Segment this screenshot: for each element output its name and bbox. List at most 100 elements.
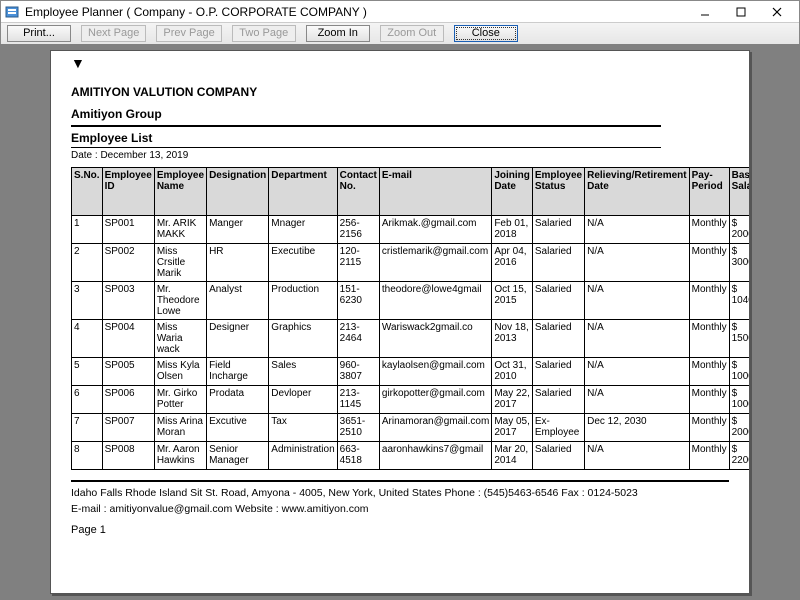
cell-id: SP003: [102, 282, 154, 320]
table-row: 5SP005Miss Kyla OlsenField InchargeSales…: [72, 358, 751, 386]
cell-join: May 22, 2017: [492, 386, 533, 414]
col-header: Employee ID: [102, 168, 154, 216]
cell-sno: 2: [72, 244, 103, 282]
footer-line-1: Idaho Falls Rhode Island Sit St. Road, A…: [71, 486, 729, 502]
close-button[interactable]: [759, 3, 795, 21]
cell-contact: 213-2464: [337, 320, 379, 358]
cell-join: Nov 18, 2013: [492, 320, 533, 358]
cell-id: SP001: [102, 216, 154, 244]
cell-join: May 05, 2017: [492, 414, 533, 442]
cell-period: Monthly: [689, 442, 729, 470]
maximize-button[interactable]: [723, 3, 759, 21]
cell-period: Monthly: [689, 414, 729, 442]
cell-sno: 5: [72, 358, 103, 386]
cell-id: SP008: [102, 442, 154, 470]
cell-name: Miss Waria wack: [154, 320, 206, 358]
cell-status: Salaried: [532, 386, 584, 414]
cell-name: Mr. Girko Potter: [154, 386, 206, 414]
cell-dept: Tax: [269, 414, 337, 442]
cell-id: SP002: [102, 244, 154, 282]
cell-email: kaylaolsen@gmail.com: [379, 358, 491, 386]
cell-salary: $ 22000.00: [729, 442, 750, 470]
cell-relieve: N/A: [585, 216, 689, 244]
cell-desig: HR: [207, 244, 269, 282]
zoom-in-button[interactable]: Zoom In: [306, 25, 370, 42]
cell-desig: Designer: [207, 320, 269, 358]
cell-sno: 1: [72, 216, 103, 244]
cell-relieve: N/A: [585, 244, 689, 282]
close-preview-button[interactable]: Close: [454, 25, 518, 42]
cell-join: Oct 15, 2015: [492, 282, 533, 320]
cell-desig: Field Incharge: [207, 358, 269, 386]
cell-contact: 151-6230: [337, 282, 379, 320]
col-header: Department: [269, 168, 337, 216]
table-row: 7SP007Miss Arina MoranExcutiveTax3651-25…: [72, 414, 751, 442]
cell-relieve: N/A: [585, 442, 689, 470]
cell-dept: Production: [269, 282, 337, 320]
cell-email: Wariswack2gmail.co: [379, 320, 491, 358]
zoom-out-button: Zoom Out: [380, 25, 444, 42]
report-date: Date : December 13, 2019: [71, 150, 729, 161]
cell-id: SP006: [102, 386, 154, 414]
cell-dept: Executibe: [269, 244, 337, 282]
cell-name: Miss Crsitle Marik: [154, 244, 206, 282]
table-row: 3SP003Mr. Theodore LoweAnalystProduction…: [72, 282, 751, 320]
cell-relieve: Dec 12, 2030: [585, 414, 689, 442]
col-header: E-mail: [379, 168, 491, 216]
report-footer: Idaho Falls Rhode Island Sit St. Road, A…: [71, 480, 729, 518]
footer-line-2: E-mail : amitiyonvalue@gmail.com Website…: [71, 502, 729, 518]
cell-period: Monthly: [689, 244, 729, 282]
cell-period: Monthly: [689, 320, 729, 358]
col-header: Contact No.: [337, 168, 379, 216]
cell-sno: 8: [72, 442, 103, 470]
prev-page-button: Prev Page: [156, 25, 221, 42]
cell-contact: 256-2156: [337, 216, 379, 244]
cell-join: Mar 20, 2014: [492, 442, 533, 470]
cell-sno: 7: [72, 414, 103, 442]
col-header: Basic Salary: [729, 168, 750, 216]
table-row: 6SP006Mr. Girko PotterProdataDevloper213…: [72, 386, 751, 414]
cell-join: Apr 04, 2016: [492, 244, 533, 282]
cell-salary: $ 10000.00: [729, 386, 750, 414]
report-page: ▼ AMITIYON VALUTION COMPANY Amitiyon Gro…: [50, 50, 750, 594]
cell-relieve: N/A: [585, 358, 689, 386]
cell-name: Mr. Aaron Hawkins: [154, 442, 206, 470]
toolbar: Print... Next Page Prev Page Two Page Zo…: [1, 23, 799, 45]
cell-email: Arinamoran@gmail.com: [379, 414, 491, 442]
cell-contact: 213-1145: [337, 386, 379, 414]
cell-status: Salaried: [532, 216, 584, 244]
cell-salary: $ 20000.00: [729, 414, 750, 442]
cell-period: Monthly: [689, 282, 729, 320]
cell-sno: 3: [72, 282, 103, 320]
col-header: Designation: [207, 168, 269, 216]
next-page-button: Next Page: [81, 25, 146, 42]
cell-name: Mr. ARIK MAKK: [154, 216, 206, 244]
cell-relieve: N/A: [585, 320, 689, 358]
cell-name: Miss Kyla Olsen: [154, 358, 206, 386]
cell-status: Salaried: [532, 244, 584, 282]
cell-email: theodore@lowe4gmail: [379, 282, 491, 320]
cell-contact: 663-4518: [337, 442, 379, 470]
cell-dept: Graphics: [269, 320, 337, 358]
cell-sno: 6: [72, 386, 103, 414]
print-button[interactable]: Print...: [7, 25, 71, 42]
cell-name: Mr. Theodore Lowe: [154, 282, 206, 320]
cell-period: Monthly: [689, 358, 729, 386]
cell-desig: Analyst: [207, 282, 269, 320]
col-header: Employee Name: [154, 168, 206, 216]
table-row: 4SP004Miss Waria wackDesignerGraphics213…: [72, 320, 751, 358]
cell-dept: Sales: [269, 358, 337, 386]
two-page-button: Two Page: [232, 25, 296, 42]
cell-desig: Excutive: [207, 414, 269, 442]
cell-salary: $ 20000.00: [729, 216, 750, 244]
cell-relieve: N/A: [585, 386, 689, 414]
table-row: 8SP008Mr. Aaron HawkinsSenior ManagerAdm…: [72, 442, 751, 470]
company-name: AMITIYON VALUTION COMPANY: [71, 85, 729, 99]
cell-desig: Prodata: [207, 386, 269, 414]
minimize-button[interactable]: [687, 3, 723, 21]
cell-salary: $ 10000.00: [729, 358, 750, 386]
cell-join: Oct 31, 2010: [492, 358, 533, 386]
cell-period: Monthly: [689, 386, 729, 414]
cell-email: aaronhawkins7@gmail: [379, 442, 491, 470]
col-header: Pay-Period: [689, 168, 729, 216]
